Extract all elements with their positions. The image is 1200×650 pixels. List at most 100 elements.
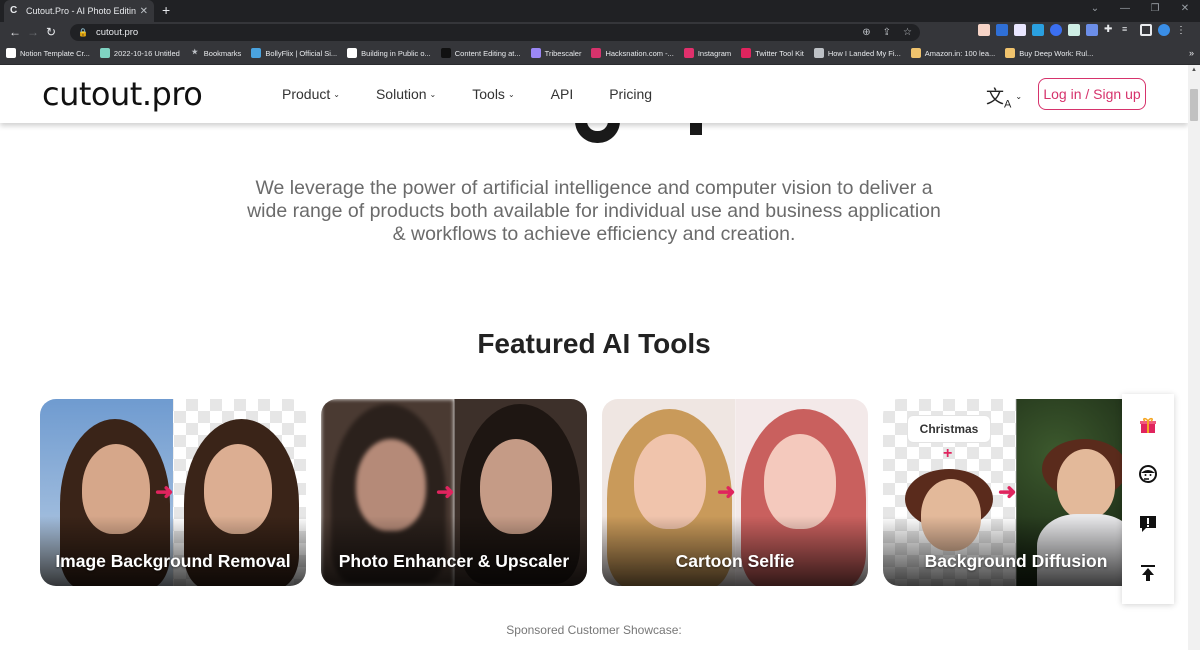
cutout-favicon-icon: C — [10, 5, 18, 16]
back-to-top-icon — [1141, 565, 1155, 582]
c-extension-icon[interactable] — [1068, 24, 1080, 36]
c-doc-icon — [99, 48, 110, 58]
b-extension-icon[interactable] — [1014, 24, 1026, 36]
minimize-icon[interactable]: — — [1110, 0, 1140, 20]
forward-icon[interactable]: → — [24, 25, 42, 39]
translate-icon: 文A — [986, 87, 1012, 111]
nav-item-tools[interactable]: Tools ⌄ — [472, 86, 514, 102]
page-scrollbar[interactable]: ▲ — [1188, 65, 1200, 650]
feedback-button[interactable] — [1135, 511, 1161, 537]
intro-description: We leverage the power of artificial inte… — [247, 177, 941, 245]
nav-item-solution[interactable]: Solution ⌄ — [376, 86, 436, 102]
arrow-icon: ➜ — [155, 479, 174, 504]
bookmark-label: Building in Public o... — [361, 48, 431, 58]
scroll-up-icon[interactable]: ▲ — [1191, 67, 1197, 73]
address-bar[interactable]: 🔒 cutout.pro ⊕ ⇪ ☆ — [70, 24, 920, 41]
back-to-top-button[interactable] — [1135, 560, 1161, 586]
bookmark-label: How I Landed My Fi... — [827, 48, 901, 58]
bookmark-label: Twitter Tool Kit — [755, 48, 804, 58]
bollyflix-icon — [251, 48, 262, 58]
bookmark-label: BollyFlix | Official Si... — [265, 48, 338, 58]
browser-menu-icon[interactable]: ⋮ — [1176, 25, 1186, 36]
url-text: cutout.pro — [95, 27, 139, 38]
screen-extension-icon[interactable] — [1086, 24, 1098, 36]
bookmark-item[interactable]: Instagram — [683, 48, 731, 58]
customer-support-icon — [1139, 465, 1157, 484]
bookmark-item[interactable]: Twitter Tool Kit — [741, 48, 804, 58]
bookmark-label: Bookmarks — [203, 48, 242, 58]
tool-card-background-removal[interactable]: ➜ Image Background Removal — [40, 399, 306, 586]
close-tab-icon[interactable]: ✕ — [140, 6, 148, 17]
blue-extension-icon[interactable] — [1032, 24, 1044, 36]
bookmarks-bar: Notion Template Cr... 2022-10-16 Untitled… — [0, 42, 1200, 65]
browser-chrome: C Cutout.Pro - AI Photo Editing | V ✕ + … — [0, 0, 1200, 65]
puzzle-extensions-icon[interactable]: ✚ — [1104, 24, 1116, 36]
main-nav: Product ⌄ Solution ⌄ Tools ⌄ API Pricing — [282, 65, 688, 123]
more-bookmarks-icon[interactable]: » — [1189, 48, 1194, 58]
reload-icon[interactable]: ↻ — [42, 25, 60, 39]
customer-support-button[interactable] — [1135, 461, 1161, 487]
prompt-tag: Christmas — [907, 415, 991, 443]
site-logo[interactable]: cutout.pro — [42, 75, 203, 113]
tab-search-icon[interactable]: ⌄ — [1080, 0, 1110, 20]
tool-card-background-diffusion[interactable]: Christmas + ➜ Background Diffusion — [883, 399, 1149, 586]
nav-item-label: Tools — [472, 86, 505, 102]
toolkit-icon — [741, 48, 752, 58]
gift-button[interactable] — [1135, 412, 1161, 438]
bookmark-item[interactable]: Notion Template Cr... — [6, 48, 90, 58]
bookmark-item[interactable]: How I Landed My Fi... — [813, 48, 901, 58]
bookmark-star-icon[interactable]: ☆ — [903, 27, 912, 38]
maximize-icon[interactable]: ❐ — [1140, 0, 1170, 20]
profile-avatar-icon[interactable] — [1158, 24, 1170, 36]
arrow-icon: ➜ — [998, 479, 1017, 504]
extensions-bar: ✚ ≡ ⋮ — [978, 24, 1186, 36]
nav-item-label: Product — [282, 86, 331, 102]
close-window-icon[interactable]: ✕ — [1170, 0, 1200, 20]
nav-item-api[interactable]: API — [551, 86, 574, 102]
nav-item-label: Pricing — [609, 86, 653, 102]
tool-card-cartoon-selfie[interactable]: ➜ Cartoon Selfie — [602, 399, 868, 586]
bookmark-label: 2022-10-16 Untitled — [113, 48, 180, 58]
calendar-extension-icon[interactable] — [978, 24, 990, 36]
pen-extension-icon[interactable] — [996, 24, 1008, 36]
login-signup-button[interactable]: Log in / Sign up — [1038, 78, 1146, 110]
site-header: cutout.pro Product ⌄ Solution ⌄ Tools ⌄ API Pri… — [0, 65, 1188, 123]
back-icon[interactable]: ← — [6, 25, 24, 39]
chevron-down-icon: ⌄ — [333, 89, 340, 99]
bookmark-item[interactable]: BollyFlix | Official Si... — [251, 48, 337, 58]
bookmark-item[interactable]: Content Editing at... — [440, 48, 521, 58]
bookmark-label: Notion Template Cr... — [20, 48, 90, 58]
browser-toolbar: ← → ↻ 🔒 cutout.pro ⊕ ⇪ ☆ ✚ ≡ ⋮ — [0, 22, 1200, 42]
bookmark-label: Amazon.in: 100 lea... — [924, 48, 996, 58]
zoom-icon[interactable]: ⊕ — [862, 27, 870, 38]
nav-item-product[interactable]: Product ⌄ — [282, 86, 340, 102]
nav-item-pricing[interactable]: Pricing — [609, 86, 652, 102]
share-icon[interactable]: ⇪ — [883, 27, 891, 38]
media-icon[interactable]: ≡ — [1122, 24, 1134, 36]
tab-strip: C Cutout.Pro - AI Photo Editing | V ✕ + … — [0, 0, 1200, 22]
bookmark-item[interactable]: Buy Deep Work: Rul... — [1005, 48, 1093, 58]
gift-icon — [1140, 417, 1156, 433]
tool-card-label: Background Diffusion — [924, 551, 1108, 571]
bookmark-item[interactable]: Hacksnation.com -... — [591, 48, 674, 58]
tool-cards: ➜ Image Background Removal ➜ Photo Enhan… — [40, 399, 1149, 586]
bookmark-item[interactable]: Tribescaler — [530, 48, 581, 58]
star-icon: ★ — [191, 49, 198, 56]
window-controls: ⌄ — ❐ ✕ — [1080, 0, 1200, 20]
feedback-icon — [1140, 515, 1156, 532]
lock-icon: 🔒 — [78, 28, 88, 37]
language-selector[interactable]: 文A ⌄ — [986, 83, 1022, 111]
bookmark-item[interactable]: ★ Bookmarks — [190, 48, 242, 58]
bookmark-item[interactable]: 2022-10-16 Untitled — [99, 48, 180, 58]
sponsored-showcase-label: Sponsored Customer Showcase: — [506, 623, 682, 637]
bookmark-item[interactable]: Building in Public o... — [347, 48, 431, 58]
new-tab-button[interactable]: + — [162, 3, 170, 17]
circle-extension-icon[interactable] — [1050, 24, 1062, 36]
chevron-down-icon: ⌄ — [429, 89, 437, 99]
tool-card-photo-enhancer[interactable]: ➜ Photo Enhancer & Upscaler — [321, 399, 587, 586]
scrollbar-thumb[interactable] — [1190, 89, 1198, 121]
browser-tab[interactable]: C Cutout.Pro - AI Photo Editing | V ✕ — [4, 0, 154, 22]
side-panel-icon[interactable] — [1140, 24, 1152, 36]
bookmark-item[interactable]: Amazon.in: 100 lea... — [910, 48, 996, 58]
a-icon — [813, 48, 824, 58]
